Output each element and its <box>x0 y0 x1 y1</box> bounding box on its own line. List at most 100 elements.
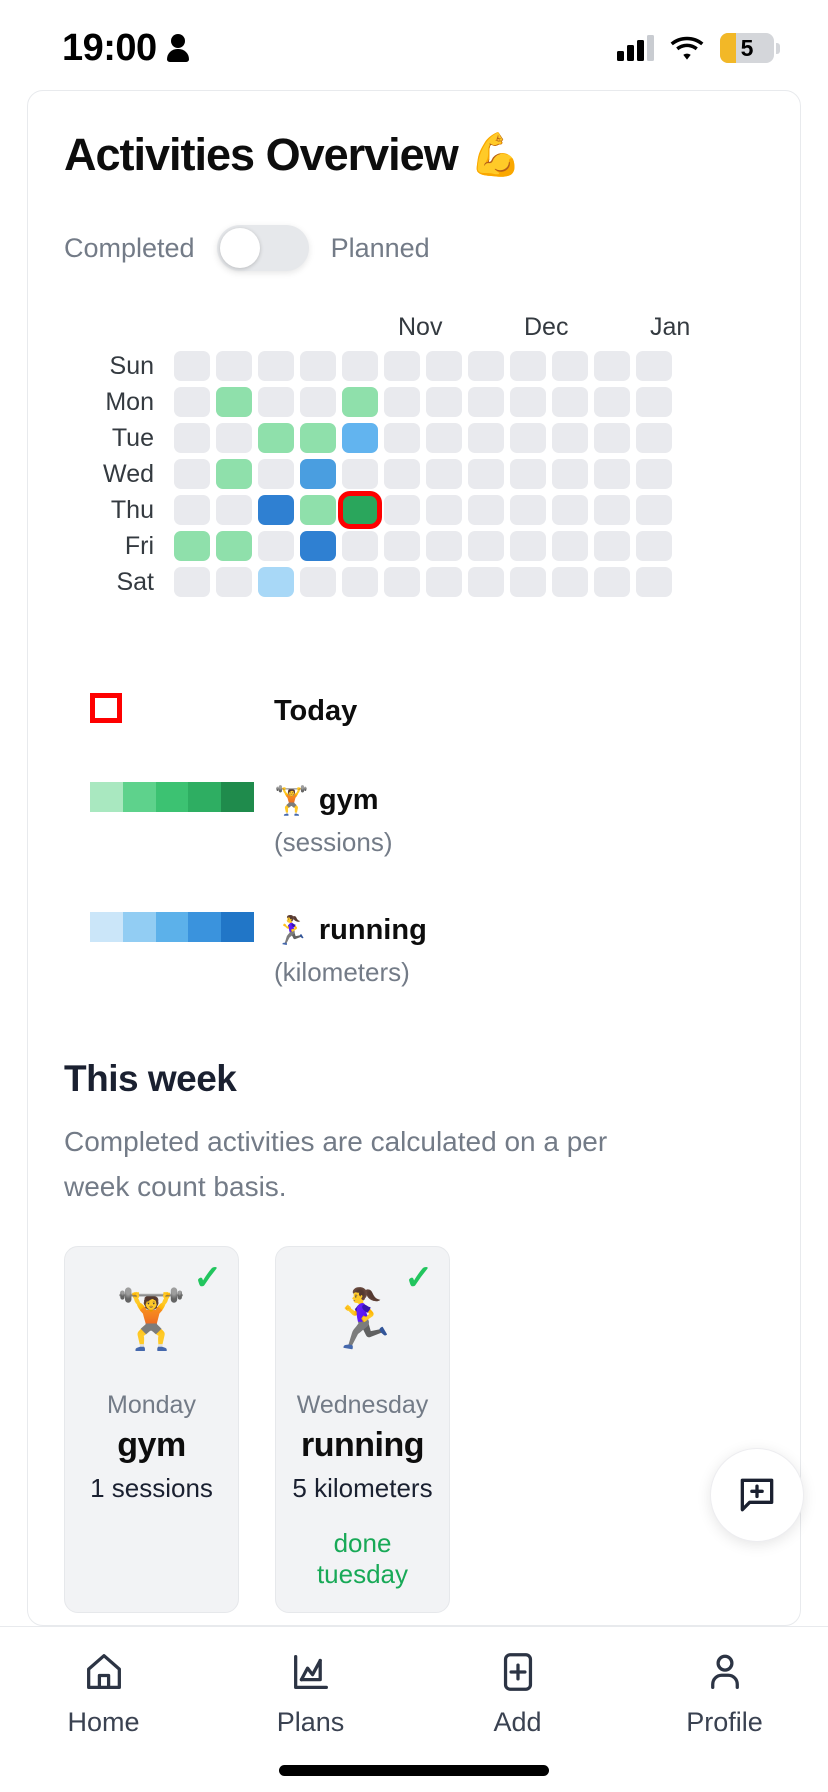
heatmap-cell[interactable] <box>300 423 336 453</box>
heatmap-cell[interactable] <box>258 423 294 453</box>
heatmap-cell[interactable] <box>636 459 672 489</box>
heatmap-cell[interactable] <box>636 351 672 381</box>
heatmap-cell[interactable] <box>258 495 294 525</box>
legend-text-running: 🏃‍♀️ running (kilometers) <box>274 912 427 988</box>
heatmap-cell[interactable] <box>594 531 630 561</box>
nav-item-plans[interactable]: Plans <box>207 1649 414 1738</box>
heatmap-cell[interactable] <box>552 351 588 381</box>
heatmap-cell[interactable] <box>426 531 462 561</box>
heatmap-cell[interactable] <box>342 531 378 561</box>
heatmap-cell[interactable] <box>342 567 378 597</box>
heatmap-cell[interactable] <box>510 387 546 417</box>
heatmap-cell[interactable] <box>216 495 252 525</box>
chat-add-button[interactable] <box>710 1448 804 1542</box>
heatmap-cell[interactable] <box>258 531 294 561</box>
heatmap-cell[interactable] <box>594 459 630 489</box>
heatmap-cell[interactable] <box>552 531 588 561</box>
nav-item-profile[interactable]: Profile <box>621 1649 828 1738</box>
heatmap-cell[interactable] <box>636 531 672 561</box>
heatmap-cell[interactable] <box>300 351 336 381</box>
heatmap-cell[interactable] <box>384 423 420 453</box>
heatmap-cell[interactable] <box>468 531 504 561</box>
heatmap-cell[interactable] <box>342 351 378 381</box>
heatmap-cell[interactable] <box>258 567 294 597</box>
activity-card[interactable]: ✓ 🏋️ Monday gym 1 sessions <box>64 1245 239 1613</box>
completed-planned-toggle[interactable] <box>216 225 309 271</box>
heatmap-cell[interactable] <box>426 351 462 381</box>
heatmap-cell[interactable] <box>216 387 252 417</box>
heatmap-cell[interactable] <box>300 387 336 417</box>
heatmap-cell[interactable] <box>594 495 630 525</box>
heatmap-cell[interactable] <box>426 387 462 417</box>
heatmap-cell[interactable] <box>216 351 252 381</box>
heatmap-cell[interactable] <box>384 495 420 525</box>
heatmap-cell[interactable] <box>216 459 252 489</box>
heatmap-cell[interactable] <box>594 351 630 381</box>
heatmap-cell[interactable] <box>342 459 378 489</box>
heatmap-cell[interactable] <box>300 567 336 597</box>
heatmap-cell[interactable] <box>552 567 588 597</box>
toggle-knob[interactable] <box>219 228 260 268</box>
heatmap-cell[interactable] <box>636 495 672 525</box>
heatmap-cell[interactable] <box>468 567 504 597</box>
heatmap-cell[interactable] <box>174 459 210 489</box>
heatmap-cell[interactable] <box>552 423 588 453</box>
heatmap-cell[interactable] <box>300 531 336 561</box>
this-week-heading: This week <box>64 1058 237 1099</box>
heatmap-cell[interactable] <box>338 491 382 529</box>
heatmap-cell[interactable] <box>636 423 672 453</box>
heatmap-cell[interactable] <box>342 387 378 417</box>
heatmap-cell[interactable] <box>216 567 252 597</box>
heatmap-cell[interactable] <box>552 387 588 417</box>
nav-item-add[interactable]: Add <box>414 1649 621 1738</box>
heatmap-cell[interactable] <box>510 567 546 597</box>
heatmap-cell[interactable] <box>384 459 420 489</box>
heatmap-cell[interactable] <box>216 531 252 561</box>
heatmap-cell[interactable] <box>384 567 420 597</box>
heatmap-cell[interactable] <box>384 531 420 561</box>
heatmap-cell[interactable] <box>174 531 210 561</box>
heatmap-cell[interactable] <box>426 567 462 597</box>
heatmap-cell[interactable] <box>510 459 546 489</box>
nav-item-home[interactable]: Home <box>0 1649 207 1738</box>
heatmap-cell[interactable] <box>552 459 588 489</box>
heatmap-cell[interactable] <box>426 423 462 453</box>
activity-emoji-icon: 🏃‍♀️ <box>326 1286 399 1352</box>
heatmap-cell[interactable] <box>174 567 210 597</box>
heatmap-cell[interactable] <box>342 423 378 453</box>
heatmap-cell[interactable] <box>174 495 210 525</box>
heatmap-cell[interactable] <box>216 423 252 453</box>
nav-label-plans: Plans <box>276 1707 345 1737</box>
heatmap-cell[interactable] <box>510 423 546 453</box>
heatmap-cell[interactable] <box>384 387 420 417</box>
heatmap-cell[interactable] <box>174 387 210 417</box>
heatmap-cell[interactable] <box>594 387 630 417</box>
heatmap-cell[interactable] <box>594 567 630 597</box>
heatmap-cell[interactable] <box>258 459 294 489</box>
activity-card[interactable]: ✓ 🏃‍♀️ Wednesday running 5 kilometers done tu… <box>275 1245 450 1613</box>
heatmap-cell[interactable] <box>594 423 630 453</box>
heatmap-cell[interactable] <box>636 387 672 417</box>
heatmap-cell[interactable] <box>174 351 210 381</box>
heatmap-cell[interactable] <box>258 387 294 417</box>
heatmap-cell[interactable] <box>510 495 546 525</box>
heatmap-cell[interactable] <box>258 351 294 381</box>
heatmap-cell[interactable] <box>510 531 546 561</box>
page-title: Activities Overview 💪 <box>64 129 764 181</box>
heatmap-cell[interactable] <box>426 495 462 525</box>
heatmap-cell[interactable] <box>468 495 504 525</box>
chat-add-icon <box>740 1478 774 1512</box>
heatmap-cell[interactable] <box>510 351 546 381</box>
legend-title-running: 🏃‍♀️ running <box>274 914 427 947</box>
heatmap-cell[interactable] <box>384 351 420 381</box>
heatmap-cell[interactable] <box>468 459 504 489</box>
heatmap-cell[interactable] <box>468 351 504 381</box>
heatmap-cell[interactable] <box>468 423 504 453</box>
heatmap-cell[interactable] <box>468 387 504 417</box>
heatmap-cell[interactable] <box>174 423 210 453</box>
heatmap-cell[interactable] <box>552 495 588 525</box>
heatmap-cell[interactable] <box>300 459 336 489</box>
heatmap-cell[interactable] <box>636 567 672 597</box>
heatmap-cell[interactable] <box>300 495 336 525</box>
heatmap-cell[interactable] <box>426 459 462 489</box>
